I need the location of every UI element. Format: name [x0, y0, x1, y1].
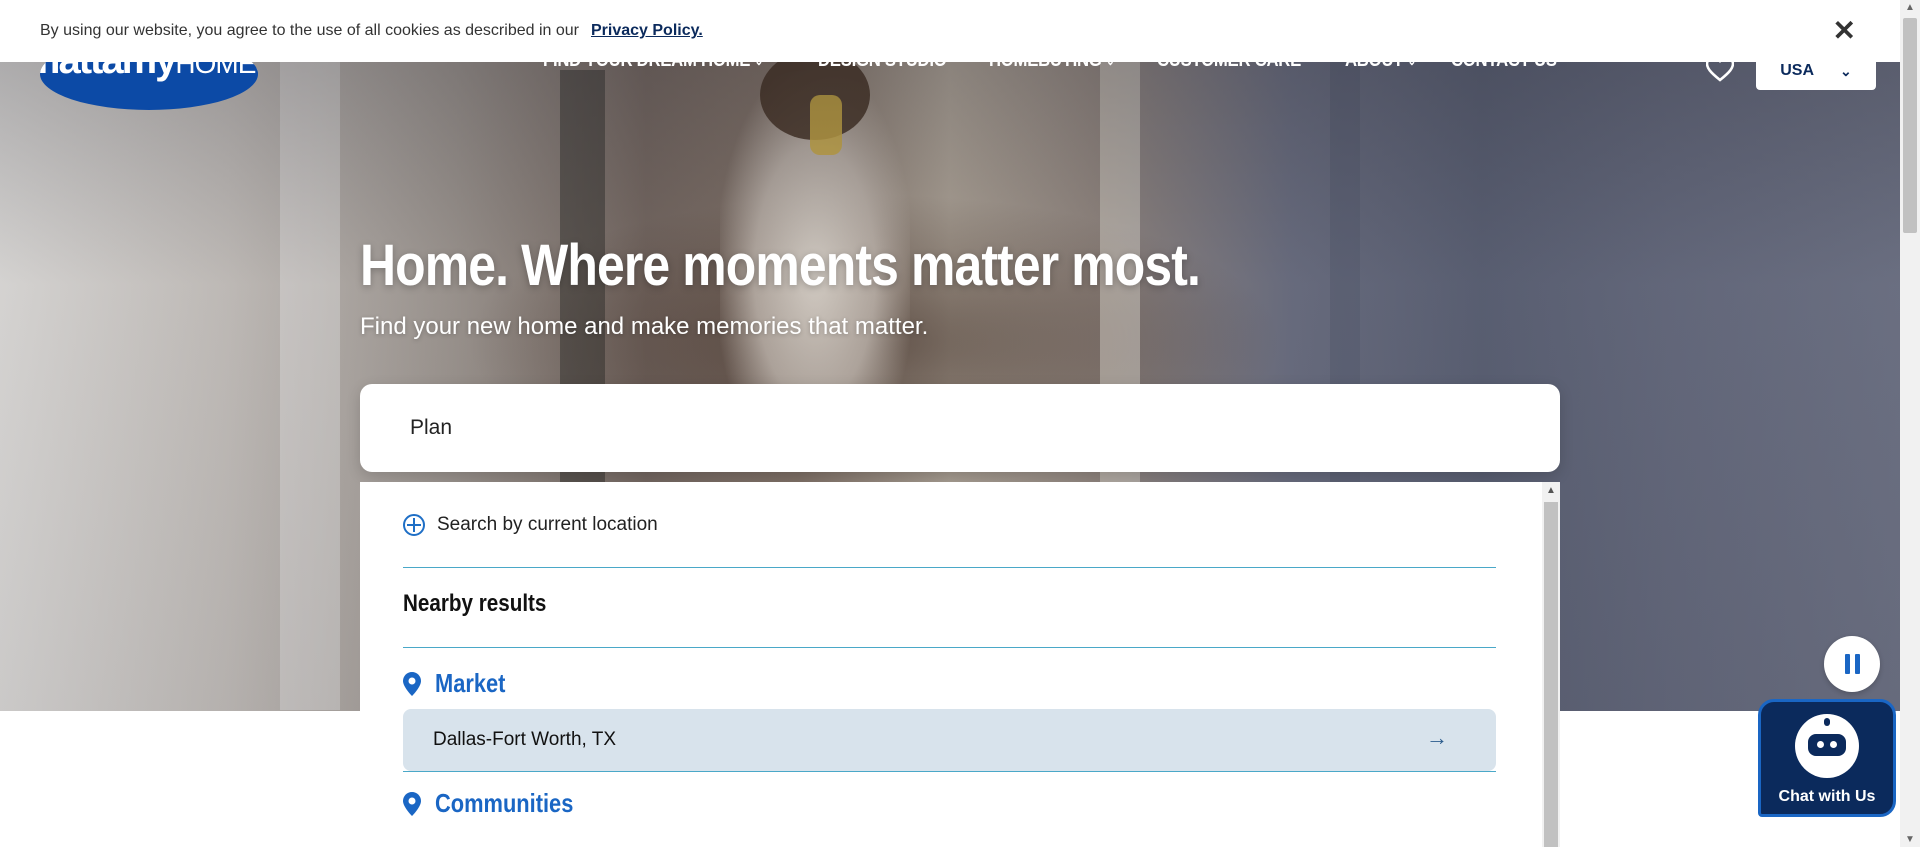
cookie-banner: By using our website, you agree to the u…: [0, 0, 1900, 62]
page-scrollbar[interactable]: ▲ ▼: [1900, 0, 1920, 847]
map-pin-icon: [403, 671, 421, 696]
pause-icon: [1844, 654, 1850, 674]
category-label: Market: [435, 668, 506, 698]
country-value: USA: [1780, 62, 1815, 79]
privacy-policy-link[interactable]: Privacy Policy.: [591, 22, 703, 40]
chatbot-eye: [1817, 741, 1824, 748]
divider: [403, 771, 1496, 772]
close-icon[interactable]: ✕: [1833, 14, 1856, 47]
category-market: Market: [403, 668, 519, 699]
scroll-up-icon[interactable]: ▲: [1546, 485, 1556, 496]
chatbot-antenna: [1824, 718, 1830, 726]
category-label: Communities: [435, 788, 574, 818]
arrow-right-icon: →: [1426, 725, 1448, 750]
search-suggestions: Search by current location Nearby result…: [360, 482, 1560, 847]
divider: [403, 567, 1496, 568]
search-current-location[interactable]: Search by current location: [403, 514, 658, 536]
chat-widget-button[interactable]: Chat with Us: [1758, 699, 1896, 817]
result-label: Dallas-Fort Worth, TX: [433, 729, 617, 750]
crosshair-icon: [403, 514, 425, 536]
current-location-label: Search by current location: [437, 514, 658, 535]
hero-subheadline: Find your new home and make memories tha…: [360, 313, 929, 340]
pause-icon: [1854, 654, 1860, 674]
pause-video-button[interactable]: [1824, 636, 1880, 692]
dropdown-scrollbar[interactable]: ▲: [1542, 482, 1560, 847]
chevron-down-icon: ⌄: [1840, 62, 1852, 79]
divider: [403, 647, 1496, 648]
result-item[interactable]: Dallas-Fort Worth, TX →: [403, 709, 1496, 771]
chat-label: Chat with Us: [1778, 788, 1876, 805]
chatbot-icon: [1795, 714, 1859, 778]
map-pin-icon: [403, 791, 421, 816]
chatbot-eye: [1830, 741, 1837, 748]
category-communities: Communities: [403, 788, 600, 819]
hero-headline: Home. Where moments matter most.: [360, 233, 1201, 298]
scrollbar-thumb[interactable]: [1903, 18, 1917, 233]
search-container: [360, 384, 1560, 472]
search-input[interactable]: [410, 416, 1510, 440]
scroll-up-icon[interactable]: ▲: [1905, 2, 1915, 13]
scroll-down-icon[interactable]: ▼: [1905, 834, 1915, 845]
nearby-heading: Nearby results: [403, 590, 547, 617]
cookie-message: By using our website, you agree to the u…: [40, 22, 579, 39]
chatbot-face: [1808, 734, 1846, 756]
scrollbar-thumb[interactable]: [1544, 502, 1558, 847]
